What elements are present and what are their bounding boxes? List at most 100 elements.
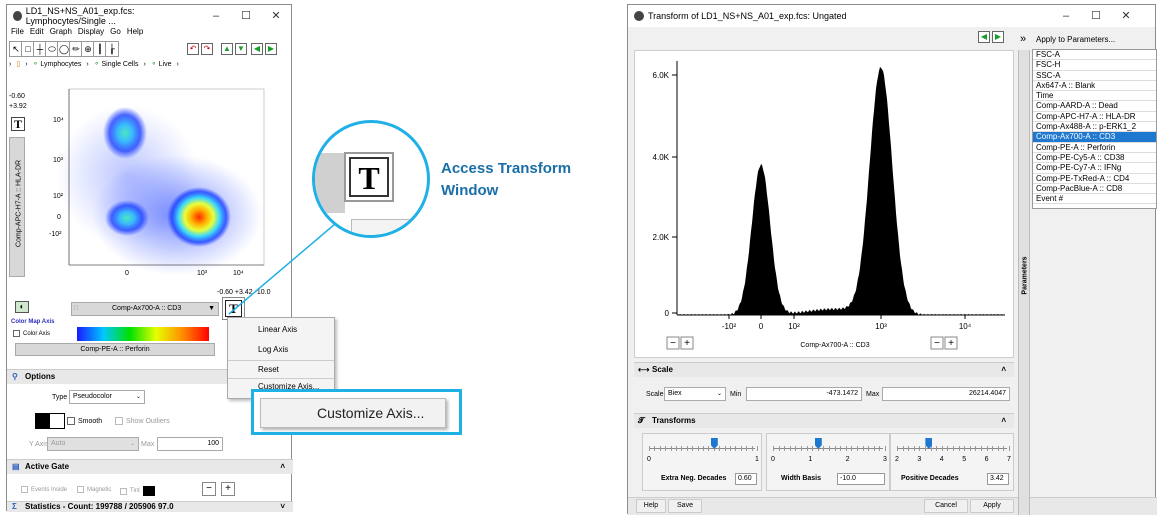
menu-go[interactable]: Go (110, 27, 121, 39)
type-select[interactable]: Pseudocolor ⌄ (69, 390, 145, 404)
breadcrumb-single-cells[interactable]: ⚬ Single Cells (94, 60, 139, 68)
parameter-item[interactable]: Event # (1033, 194, 1156, 205)
breadcrumb-chevron-icon: › (86, 60, 89, 68)
menu-file[interactable]: File (11, 27, 24, 39)
histogram-chart[interactable]: 6.0K 4.0K 2.0K 0 -10² 0 10² 10³ 10⁴ Comp-Ax700-A … (635, 51, 1013, 357)
tint-checkbox[interactable]: Tint (120, 486, 155, 496)
customize-axis-callout[interactable]: Customize Axis... (251, 389, 462, 435)
parameter-item[interactable]: FSC-H (1033, 60, 1156, 71)
menu-display[interactable]: Display (78, 27, 104, 39)
parameter-item[interactable]: FSC-A (1033, 50, 1156, 61)
menu-edit[interactable]: Edit (30, 27, 44, 39)
apply-to-parameters[interactable]: Apply to Parameters... (1036, 35, 1115, 44)
parameters-tab[interactable]: Parameters (1018, 50, 1030, 515)
slider-tick (908, 446, 910, 451)
breadcrumb-live[interactable]: ⚬ Live (151, 60, 172, 68)
color-swatch[interactable] (35, 413, 65, 429)
zoom-in-button-glyph: + (948, 338, 954, 349)
slider-tick (649, 446, 650, 451)
slider-tick-label: 3 (917, 456, 922, 463)
statistics-header[interactable]: Σ Statistics - Count: 199788 / 205906 97.… (7, 501, 293, 512)
slider-tick-label: 4 (939, 456, 944, 463)
x-tick-label: 10³ (197, 270, 208, 277)
minimize-icon[interactable]: – (1051, 5, 1081, 27)
maximize-icon[interactable]: ☐ (231, 5, 261, 27)
outliers-checkbox[interactable]: Show Outliers (115, 417, 170, 425)
smooth-checkbox[interactable]: Smooth (67, 417, 102, 425)
close-icon[interactable]: ✕ (1111, 5, 1141, 27)
menu-linear-axis[interactable]: Linear Axis (228, 318, 334, 341)
save-button[interactable]: Save (668, 499, 702, 513)
parameter-item[interactable]: Ax647-A :: Blank (1033, 81, 1156, 92)
menu-log-axis[interactable]: Log Axis (228, 341, 334, 361)
menu-help[interactable]: Help (127, 27, 143, 39)
cancel-button[interactable]: Cancel (924, 499, 968, 513)
right-arrow-icon[interactable]: ▶ (265, 43, 277, 55)
parameter-item[interactable]: Time (1033, 91, 1156, 102)
parameter-item[interactable]: Comp-PE-Cy5-A :: CD38 (1033, 153, 1156, 164)
redo-icon[interactable]: ↷ (201, 43, 213, 55)
slider-value-input[interactable]: -10.0 (837, 473, 885, 485)
yaxis-select[interactable]: Auto ⌄ (47, 437, 139, 451)
y-param-selector[interactable]: Comp-APC-H7-A :: HLA-DR (9, 137, 25, 277)
parameter-item[interactable]: Comp-Ax700-A :: CD3 (1033, 132, 1156, 143)
active-gate-header[interactable]: ▤ Active Gate ˄ (7, 459, 293, 474)
menu-reset[interactable]: Reset (228, 361, 334, 379)
x-param-selector[interactable]: ∷ Comp-Ax700-A :: CD3 ▼ (71, 302, 219, 316)
slider-tick (730, 446, 731, 451)
y-transform-button[interactable]: T (11, 117, 25, 131)
x-tick-label: 10⁴ (959, 322, 972, 331)
events-inside-checkbox[interactable]: Events Inside (21, 486, 67, 493)
menu-graph[interactable]: Graph (50, 27, 72, 39)
sigma-icon: Σ (12, 502, 17, 511)
maximize-icon[interactable]: ☐ (1081, 5, 1111, 27)
left-arrow-icon[interactable]: ◀ (251, 43, 263, 55)
undo-icon[interactable]: ↶ (187, 43, 199, 55)
grip-icon: ∷ (74, 305, 79, 312)
slider-value-input[interactable]: 0.60 (735, 473, 757, 485)
parameter-item[interactable]: Comp-Ax488-A :: p-ERK1_2 (1033, 122, 1156, 133)
parameter-item[interactable]: Comp-PacBlue-A :: CD8 (1033, 184, 1156, 195)
breadcrumb-lymphocytes[interactable]: ⚬ Lymphocytes (33, 60, 82, 68)
max-label: Max (866, 391, 880, 398)
parameter-item[interactable]: Comp-PE-TxRed-A :: CD4 (1033, 174, 1156, 184)
breadcrumb: › ▯ › ⚬ Lymphocytes › ⚬ Single Cells › ⚬… (9, 60, 179, 69)
slider-tick (659, 446, 661, 451)
slider-tick (936, 446, 938, 451)
parameter-item[interactable]: Comp-APC-H7-A :: HLA-DR (1033, 112, 1156, 123)
minimize-icon[interactable]: – (201, 5, 231, 27)
x-axis-label: Comp-Ax700-A :: CD3 (800, 342, 869, 349)
up-arrow-icon[interactable]: ▲ (221, 43, 233, 55)
parameter-item[interactable]: SSC-A (1033, 71, 1156, 81)
parameter-item[interactable]: Comp-PE-A :: Perforin (1033, 143, 1156, 153)
close-icon[interactable]: ✕ (261, 5, 291, 27)
collapse-panel-icon[interactable]: » (1020, 33, 1026, 45)
transforms-header[interactable]: 𝓣 Transforms ˄ (634, 413, 1014, 428)
range-gate-icon[interactable]: ┟ (105, 41, 119, 57)
transform-title: Transform of LD1_NS+NS_A01_exp.fcs: Unga… (648, 11, 847, 21)
slider-tick (654, 446, 656, 451)
down-arrow-icon[interactable]: ▼ (235, 43, 247, 55)
color-param-selector[interactable]: Comp-PE-A :: Perforin (15, 343, 215, 356)
scale-select[interactable]: Biex ⌄ (664, 387, 726, 401)
next-param-icon[interactable]: ▶ (992, 31, 1004, 43)
color-axis-checkbox[interactable]: Color Axis (13, 330, 50, 337)
zoom-out-button-glyph: − (934, 338, 940, 349)
help-button[interactable]: Help (636, 499, 666, 513)
histogram-area: 6.0K 4.0K 2.0K 0 -10² 0 10² 10³ 10⁴ Comp-Ax700-A … (634, 50, 1014, 358)
layout-icon[interactable]: ◐ (15, 301, 29, 313)
slider-tick (665, 446, 667, 451)
scale-header[interactable]: ⟷ Scale ˄ (634, 362, 1014, 377)
min-input[interactable]: -473.1472 (746, 387, 862, 401)
slider-tick (997, 446, 999, 451)
prev-param-icon[interactable]: ◀ (978, 31, 990, 43)
apply-button[interactable]: Apply (970, 499, 1014, 513)
parameter-item[interactable]: Comp-AARD-A :: Dead (1033, 101, 1156, 112)
zoom-in-button[interactable]: + (221, 482, 235, 496)
magnetic-checkbox[interactable]: Magnetic (77, 486, 111, 493)
max-input[interactable]: 26214.4047 (882, 387, 1010, 401)
parameter-item[interactable]: Comp-PE-Cy7-A :: IFNg (1033, 163, 1156, 174)
max-input[interactable]: 100 (157, 437, 223, 451)
slider-value-input[interactable]: 3.42 (987, 473, 1009, 485)
zoom-out-button[interactable]: − (202, 482, 216, 496)
